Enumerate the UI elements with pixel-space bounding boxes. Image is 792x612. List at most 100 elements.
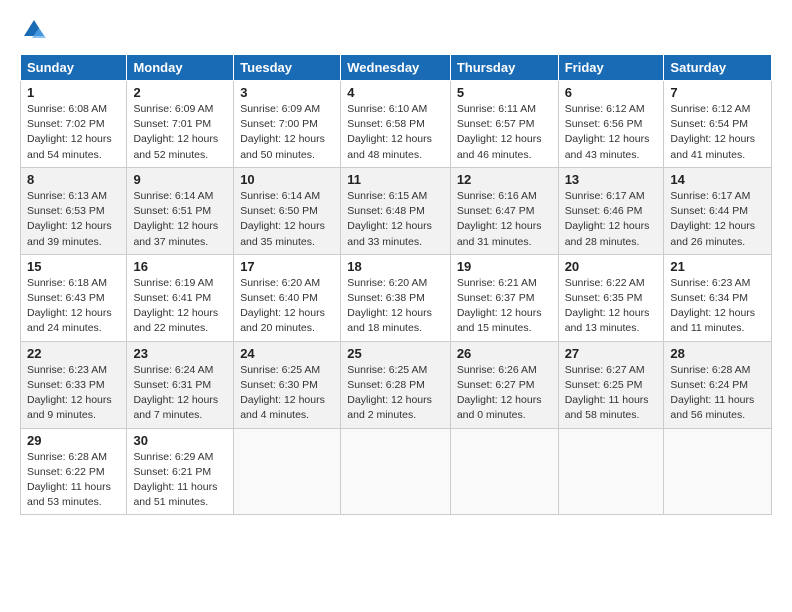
day-info: Sunrise: 6:12 AM Sunset: 6:54 PM Dayligh… xyxy=(670,102,765,163)
weekday-header-tuesday: Tuesday xyxy=(234,55,341,81)
calendar-cell: 16Sunrise: 6:19 AM Sunset: 6:41 PM Dayli… xyxy=(127,254,234,341)
day-number: 12 xyxy=(457,172,552,187)
day-info: Sunrise: 6:29 AM Sunset: 6:21 PM Dayligh… xyxy=(133,450,227,511)
day-info: Sunrise: 6:28 AM Sunset: 6:22 PM Dayligh… xyxy=(27,450,120,511)
weekday-header-monday: Monday xyxy=(127,55,234,81)
calendar-cell xyxy=(341,428,451,515)
calendar-cell: 5 Sunrise: 6:11 AM Sunset: 6:57 PM Daylig… xyxy=(450,81,558,168)
calendar-cell: 25 Sunrise: 6:25 AM Sunset: 6:28 PM Dayli… xyxy=(341,341,451,428)
calendar-cell: 15 Sunrise: 6:18 AM Sunset: 6:43 PM Dayli… xyxy=(21,254,127,341)
day-info: Sunrise: 6:09 AM Sunset: 7:01 PM Dayligh… xyxy=(133,102,227,163)
day-info: Sunrise: 6:26 AM Sunset: 6:27 PM Dayligh… xyxy=(457,363,552,424)
day-number: 1 xyxy=(27,85,120,100)
day-number: 26 xyxy=(457,346,552,361)
day-info: Sunrise: 6:12 AM Sunset: 6:56 PM Dayligh… xyxy=(565,102,658,163)
calendar-cell: 11 Sunrise: 6:15 AM Sunset: 6:48 PM Dayli… xyxy=(341,167,451,254)
calendar-cell: 7 Sunrise: 6:12 AM Sunset: 6:54 PM Daylig… xyxy=(664,81,772,168)
day-info: Sunrise: 6:15 AM Sunset: 6:48 PM Dayligh… xyxy=(347,189,444,250)
calendar-table: SundayMondayTuesdayWednesdayThursdayFrid… xyxy=(20,54,772,515)
calendar-cell: 2 Sunrise: 6:09 AM Sunset: 7:01 PM Daylig… xyxy=(127,81,234,168)
day-number: 20 xyxy=(565,259,658,274)
day-number: 8 xyxy=(27,172,120,187)
day-number: 27 xyxy=(565,346,658,361)
calendar-cell xyxy=(234,428,341,515)
day-info: Sunrise: 6:19 AM Sunset: 6:41 PM Dayligh… xyxy=(133,276,227,337)
calendar-cell: 24 Sunrise: 6:25 AM Sunset: 6:30 PM Dayli… xyxy=(234,341,341,428)
day-number: 24 xyxy=(240,346,334,361)
day-info: Sunrise: 6:09 AM Sunset: 7:00 PM Dayligh… xyxy=(240,102,334,163)
day-number: 11 xyxy=(347,172,444,187)
calendar-cell: 30Sunrise: 6:29 AM Sunset: 6:21 PM Dayli… xyxy=(127,428,234,515)
calendar-cell xyxy=(664,428,772,515)
day-info: Sunrise: 6:17 AM Sunset: 6:46 PM Dayligh… xyxy=(565,189,658,250)
calendar-cell: 27 Sunrise: 6:27 AM Sunset: 6:25 PM Dayli… xyxy=(558,341,664,428)
day-number: 6 xyxy=(565,85,658,100)
day-info: Sunrise: 6:17 AM Sunset: 6:44 PM Dayligh… xyxy=(670,189,765,250)
day-info: Sunrise: 6:13 AM Sunset: 6:53 PM Dayligh… xyxy=(27,189,120,250)
weekday-header-friday: Friday xyxy=(558,55,664,81)
day-number: 10 xyxy=(240,172,334,187)
day-number: 21 xyxy=(670,259,765,274)
day-info: Sunrise: 6:23 AM Sunset: 6:34 PM Dayligh… xyxy=(670,276,765,337)
calendar-cell: 1 Sunrise: 6:08 AM Sunset: 7:02 PM Daylig… xyxy=(21,81,127,168)
day-info: Sunrise: 6:27 AM Sunset: 6:25 PM Dayligh… xyxy=(565,363,658,424)
calendar-cell: 8 Sunrise: 6:13 AM Sunset: 6:53 PM Daylig… xyxy=(21,167,127,254)
calendar-cell: 23 Sunrise: 6:24 AM Sunset: 6:31 PM Dayli… xyxy=(127,341,234,428)
day-number: 4 xyxy=(347,85,444,100)
day-number: 28 xyxy=(670,346,765,361)
calendar-cell: 4 Sunrise: 6:10 AM Sunset: 6:58 PM Daylig… xyxy=(341,81,451,168)
calendar-cell: 3 Sunrise: 6:09 AM Sunset: 7:00 PM Daylig… xyxy=(234,81,341,168)
calendar-cell xyxy=(558,428,664,515)
day-info: Sunrise: 6:25 AM Sunset: 6:28 PM Dayligh… xyxy=(347,363,444,424)
weekday-header-sunday: Sunday xyxy=(21,55,127,81)
calendar-cell: 18Sunrise: 6:20 AM Sunset: 6:38 PM Dayli… xyxy=(341,254,451,341)
calendar-cell: 22Sunrise: 6:23 AM Sunset: 6:33 PM Dayli… xyxy=(21,341,127,428)
calendar-cell: 12 Sunrise: 6:16 AM Sunset: 6:47 PM Dayli… xyxy=(450,167,558,254)
calendar-week-3: 15 Sunrise: 6:18 AM Sunset: 6:43 PM Dayli… xyxy=(21,254,772,341)
day-number: 15 xyxy=(27,259,120,274)
weekday-header-wednesday: Wednesday xyxy=(341,55,451,81)
day-number: 17 xyxy=(240,259,334,274)
logo-icon xyxy=(20,16,48,44)
calendar-cell: 6 Sunrise: 6:12 AM Sunset: 6:56 PM Daylig… xyxy=(558,81,664,168)
day-number: 13 xyxy=(565,172,658,187)
day-number: 3 xyxy=(240,85,334,100)
day-number: 9 xyxy=(133,172,227,187)
weekday-header-thursday: Thursday xyxy=(450,55,558,81)
day-number: 23 xyxy=(133,346,227,361)
calendar-cell: 29 Sunrise: 6:28 AM Sunset: 6:22 PM Dayli… xyxy=(21,428,127,515)
day-info: Sunrise: 6:25 AM Sunset: 6:30 PM Dayligh… xyxy=(240,363,334,424)
day-info: Sunrise: 6:21 AM Sunset: 6:37 PM Dayligh… xyxy=(457,276,552,337)
day-number: 2 xyxy=(133,85,227,100)
day-number: 29 xyxy=(27,433,120,448)
calendar-week-4: 22Sunrise: 6:23 AM Sunset: 6:33 PM Dayli… xyxy=(21,341,772,428)
day-info: Sunrise: 6:14 AM Sunset: 6:50 PM Dayligh… xyxy=(240,189,334,250)
calendar-cell xyxy=(450,428,558,515)
day-info: Sunrise: 6:08 AM Sunset: 7:02 PM Dayligh… xyxy=(27,102,120,163)
calendar-week-2: 8 Sunrise: 6:13 AM Sunset: 6:53 PM Daylig… xyxy=(21,167,772,254)
calendar-week-5: 29 Sunrise: 6:28 AM Sunset: 6:22 PM Dayli… xyxy=(21,428,772,515)
page: SundayMondayTuesdayWednesdayThursdayFrid… xyxy=(0,0,792,525)
day-number: 14 xyxy=(670,172,765,187)
weekday-header-row: SundayMondayTuesdayWednesdayThursdayFrid… xyxy=(21,55,772,81)
calendar-cell: 21 Sunrise: 6:23 AM Sunset: 6:34 PM Dayli… xyxy=(664,254,772,341)
day-info: Sunrise: 6:18 AM Sunset: 6:43 PM Dayligh… xyxy=(27,276,120,337)
day-info: Sunrise: 6:11 AM Sunset: 6:57 PM Dayligh… xyxy=(457,102,552,163)
calendar-week-1: 1 Sunrise: 6:08 AM Sunset: 7:02 PM Daylig… xyxy=(21,81,772,168)
calendar-cell: 9Sunrise: 6:14 AM Sunset: 6:51 PM Daylig… xyxy=(127,167,234,254)
day-info: Sunrise: 6:20 AM Sunset: 6:40 PM Dayligh… xyxy=(240,276,334,337)
day-number: 5 xyxy=(457,85,552,100)
calendar-cell: 26 Sunrise: 6:26 AM Sunset: 6:27 PM Dayli… xyxy=(450,341,558,428)
day-info: Sunrise: 6:24 AM Sunset: 6:31 PM Dayligh… xyxy=(133,363,227,424)
calendar-cell: 20Sunrise: 6:22 AM Sunset: 6:35 PM Dayli… xyxy=(558,254,664,341)
day-number: 25 xyxy=(347,346,444,361)
day-number: 18 xyxy=(347,259,444,274)
day-info: Sunrise: 6:16 AM Sunset: 6:47 PM Dayligh… xyxy=(457,189,552,250)
weekday-header-saturday: Saturday xyxy=(664,55,772,81)
day-info: Sunrise: 6:10 AM Sunset: 6:58 PM Dayligh… xyxy=(347,102,444,163)
calendar-cell: 13 Sunrise: 6:17 AM Sunset: 6:46 PM Dayli… xyxy=(558,167,664,254)
day-number: 7 xyxy=(670,85,765,100)
calendar-cell: 19 Sunrise: 6:21 AM Sunset: 6:37 PM Dayli… xyxy=(450,254,558,341)
calendar-cell: 14 Sunrise: 6:17 AM Sunset: 6:44 PM Dayli… xyxy=(664,167,772,254)
day-number: 19 xyxy=(457,259,552,274)
